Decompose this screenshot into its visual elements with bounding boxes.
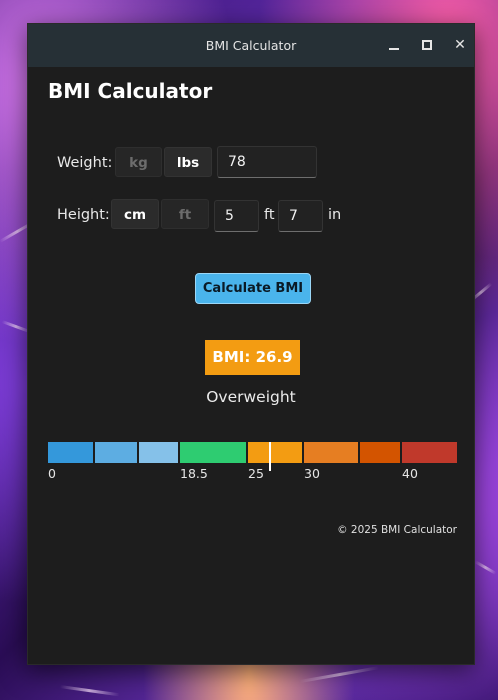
scale-segment-0 (48, 442, 93, 463)
footer-copyright: © 2025 BMI Calculator (337, 524, 457, 536)
calculate-bmi-button[interactable]: Calculate BMI (195, 273, 311, 304)
close-icon[interactable]: ✕ (451, 36, 469, 54)
weight-label: Weight: (57, 155, 113, 171)
page-title: BMI Calculator (48, 79, 213, 103)
scale-segment-7 (402, 442, 457, 463)
inches-suffix: in (328, 207, 342, 223)
app-window: BMI Calculator ✕ BMI Calculator Weight: … (27, 23, 475, 665)
height-unit-cm[interactable]: cm (111, 199, 159, 229)
title-bar: BMI Calculator ✕ (28, 24, 474, 67)
scale-segment-2 (139, 442, 178, 463)
scale-tick-30: 30 (304, 466, 320, 481)
inches-input[interactable]: 7 (278, 200, 323, 232)
weight-unit-lbs[interactable]: lbs (164, 147, 212, 177)
scale-tick-40: 40 (402, 466, 418, 481)
bmi-category: Overweight (206, 388, 296, 406)
height-label: Height: (57, 207, 110, 223)
scale-segment-4 (248, 442, 302, 463)
maximize-icon[interactable] (418, 36, 436, 54)
height-unit-ft[interactable]: ft (161, 199, 209, 229)
scale-tick-0: 0 (48, 466, 56, 481)
bmi-scale-bar (48, 442, 457, 471)
bmi-marker (269, 442, 271, 471)
weight-unit-kg[interactable]: kg (115, 147, 162, 177)
window-title: BMI Calculator (205, 38, 297, 53)
scale-segment-5 (304, 442, 358, 463)
minimize-icon[interactable] (385, 36, 403, 54)
weight-input[interactable]: 78 (217, 146, 317, 178)
feet-suffix: ft (264, 207, 275, 223)
scale-tick-18-5: 18.5 (180, 466, 208, 481)
bmi-result-badge: BMI: 26.9 (205, 340, 300, 375)
feet-input[interactable]: 5 (214, 200, 259, 232)
scale-segment-3 (180, 442, 246, 463)
scale-segment-1 (95, 442, 137, 463)
scale-tick-25: 25 (248, 466, 264, 481)
scale-segment-6 (360, 442, 400, 463)
